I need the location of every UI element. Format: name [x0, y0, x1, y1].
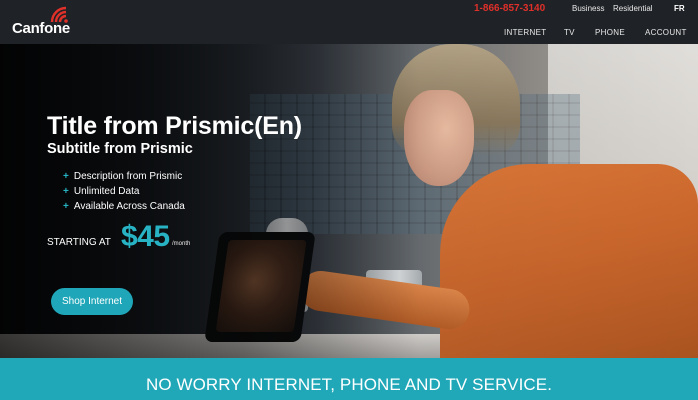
site-header: Canfone 1-866-857-3140 Business Resident…: [0, 0, 698, 44]
nav-item-phone[interactable]: PHONE: [595, 28, 625, 37]
nav-item-tv[interactable]: TV: [564, 28, 575, 37]
phone-number-link[interactable]: 1-866-857-3140: [474, 3, 545, 14]
residential-link[interactable]: Residential: [613, 4, 653, 13]
business-link[interactable]: Business: [572, 4, 604, 13]
feature-item: + Description from Prismic: [63, 169, 185, 184]
logo-wordmark: Canfone: [12, 20, 70, 37]
price-unit: /month: [172, 241, 191, 247]
starting-at-label: STARTING AT: [47, 237, 111, 248]
language-toggle[interactable]: FR: [674, 4, 685, 13]
hero-title: Title from Prismic(En): [47, 112, 302, 140]
feature-item: + Available Across Canada: [63, 199, 185, 214]
feature-item: + Unlimited Data: [63, 184, 185, 199]
hero-section: Title from Prismic(En) Subtitle from Pri…: [0, 44, 698, 358]
nav-item-account[interactable]: ACCOUNT: [645, 28, 687, 37]
price-value: $45: [121, 220, 170, 253]
plus-icon: +: [63, 171, 69, 182]
plus-icon: +: [63, 186, 69, 197]
plus-icon: +: [63, 201, 69, 212]
feature-text: Description from Prismic: [73, 171, 183, 182]
hero-subtitle: Subtitle from Prismic: [47, 141, 193, 157]
feature-text: Available Across Canada: [73, 201, 185, 212]
shop-internet-button[interactable]: Shop Internet: [51, 288, 133, 315]
nav-item-internet[interactable]: INTERNET: [504, 28, 546, 37]
tagline-banner: NO WORRY INTERNET, PHONE AND TV SERVICE.: [0, 358, 698, 400]
feature-list: + Description from Prismic + Unlimited Dat…: [63, 169, 185, 214]
tagline-text: NO WORRY INTERNET, PHONE AND TV SERVICE.: [145, 375, 553, 394]
feature-text: Unlimited Data: [73, 186, 140, 197]
canfone-logo[interactable]: Canfone: [12, 6, 84, 40]
